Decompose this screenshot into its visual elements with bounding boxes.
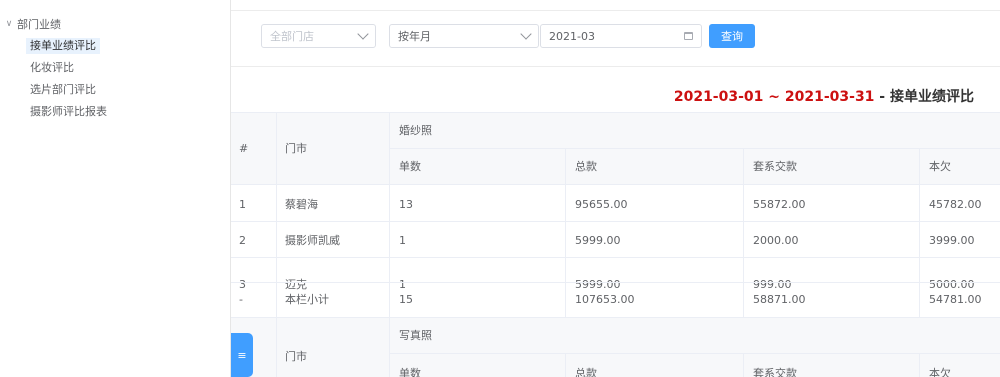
tree-node-label: 部门业绩 [17, 18, 61, 31]
query-button[interactable]: 查询 [709, 24, 755, 48]
divider [276, 317, 277, 377]
cell-orders: 1 [399, 233, 406, 247]
month-picker-value: 2021-03 [549, 29, 595, 43]
cell-index: - [239, 292, 243, 306]
column-header-balance: 本欠 [929, 367, 951, 377]
sidebar-item-photographer[interactable]: 摄影师评比报表 [26, 104, 111, 120]
sidebar-item-order-performance[interactable]: 接单业绩评比 [26, 38, 100, 54]
cell-package-paid: 55872.00 [753, 197, 806, 211]
sidebar-item-label: 选片部门评比 [30, 83, 96, 96]
divider [231, 257, 1000, 258]
calendar-icon [684, 32, 693, 40]
cell-store: 本栏小计 [285, 293, 329, 306]
period-select[interactable]: 按年月 [389, 24, 539, 48]
cell-total: 5999.00 [575, 233, 621, 247]
tree-node-department-performance[interactable]: ∨ 部门业绩 [4, 17, 61, 31]
chevron-down-icon [520, 28, 532, 40]
sidebar-item-label: 接单业绩评比 [30, 39, 96, 52]
cell-package-paid: 2000.00 [753, 233, 799, 247]
report-date-range: 2021-03-01 ~ 2021-03-31 [673, 89, 875, 105]
divider [231, 184, 1000, 185]
menu-icon: ≡ [237, 348, 247, 362]
column-header-orders: 单数 [399, 367, 421, 377]
menu-toggle-button[interactable]: ≡ [231, 333, 253, 377]
cell-store: 蔡碧海 [285, 198, 318, 211]
cell-balance: 54781.00 [929, 292, 982, 306]
sidebar-item-label: 摄影师评比报表 [30, 105, 107, 118]
cell-total: 95655.00 [575, 197, 628, 211]
divider [231, 317, 1000, 318]
store-select[interactable]: 全部门店 [261, 24, 376, 48]
column-header-package-paid: 套系交款 [753, 160, 797, 173]
cell-package-paid: 58871.00 [753, 292, 806, 306]
sidebar-item-photo-selection[interactable]: 选片部门评比 [26, 82, 100, 98]
group-header: 婚纱照 [399, 124, 432, 137]
table-row[interactable]: 2 摄影师凯威 1 5999.00 2000.00 3999.00 [231, 222, 1000, 258]
column-header-balance: 本欠 [929, 160, 951, 173]
divider [276, 112, 277, 317]
cell-total: 107653.00 [575, 292, 635, 306]
main-panel: 全部门店 按年月 2021-03 查询 2021-03-01 ~ 2021-03… [231, 0, 1000, 377]
divider [231, 112, 1000, 113]
period-select-value: 按年月 [398, 30, 431, 43]
table-row[interactable]: 1 蔡碧海 13 95655.00 55872.00 45782.00 [231, 186, 1000, 222]
divider [389, 148, 1000, 149]
column-header-total: 总款 [575, 160, 597, 173]
divider [919, 148, 920, 317]
divider [565, 353, 566, 377]
table-row-subtotal[interactable]: - 本栏小计 15 107653.00 58871.00 54781.00 [231, 282, 1000, 316]
sidebar-item-label: 化妆评比 [30, 61, 74, 74]
column-header-package-paid: 套系交款 [753, 367, 797, 377]
sidebar: ∨ 部门业绩 接单业绩评比 化妆评比 选片部门评比 摄影师评比报表 [0, 0, 231, 377]
month-picker[interactable]: 2021-03 [540, 24, 702, 48]
divider [389, 353, 1000, 354]
divider [743, 353, 744, 377]
cell-store: 摄影师凯威 [285, 234, 340, 247]
column-header-orders: 单数 [399, 160, 421, 173]
cell-index: 1 [239, 197, 246, 211]
cell-balance: 45782.00 [929, 197, 982, 211]
store-select-placeholder: 全部门店 [270, 30, 314, 43]
cell-orders: 13 [399, 197, 413, 211]
column-header-total: 总款 [575, 367, 597, 377]
divider [389, 112, 390, 377]
report-title-suffix: - 接单业绩评比 [874, 89, 974, 105]
chevron-down-icon [357, 28, 369, 40]
cell-balance: 3999.00 [929, 233, 975, 247]
report-title: 2021-03-01 ~ 2021-03-31 - 接单业绩评比 [674, 86, 974, 106]
cell-index: 2 [239, 233, 246, 247]
divider [743, 148, 744, 317]
filter-bar: 全部门店 按年月 2021-03 查询 [231, 10, 1000, 67]
divider [565, 148, 566, 317]
chevron-down-icon[interactable]: ∨ [4, 19, 14, 29]
cell-orders: 15 [399, 292, 413, 306]
divider [231, 282, 1000, 283]
divider [231, 221, 1000, 222]
sidebar-item-makeup[interactable]: 化妆评比 [26, 60, 78, 76]
divider [919, 353, 920, 377]
